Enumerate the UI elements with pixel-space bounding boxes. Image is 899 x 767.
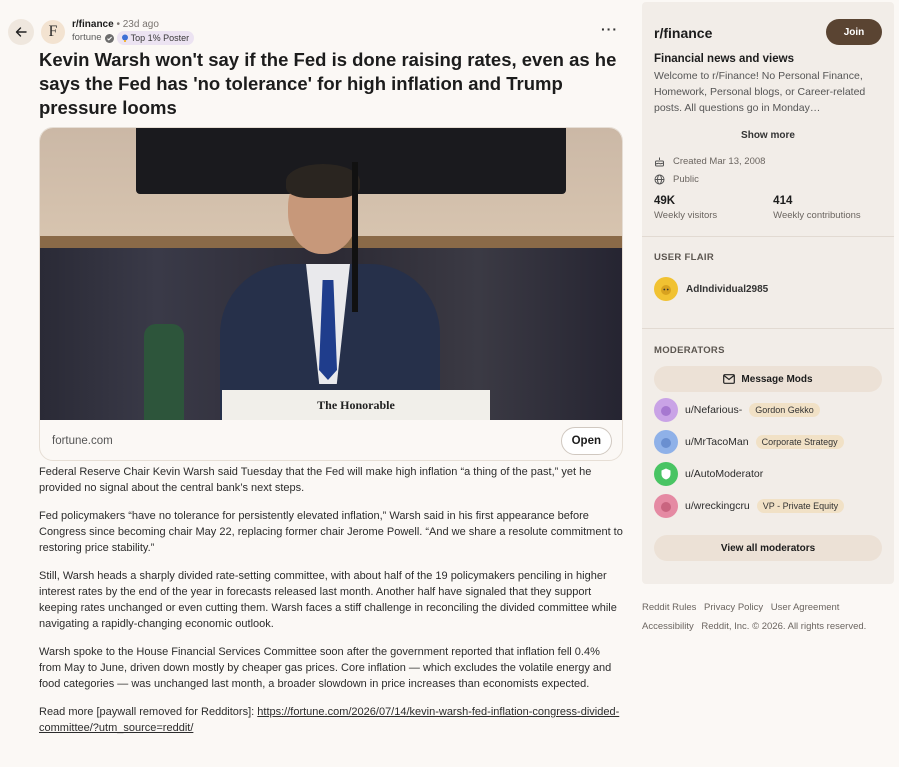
author-link[interactable]: fortune bbox=[72, 32, 102, 44]
post-title: Kevin Warsh won't say if the Fed is done… bbox=[39, 49, 617, 118]
speaker-figure bbox=[220, 164, 460, 420]
moderator-name: u/Nefarious- bbox=[685, 404, 743, 416]
subreddit-avatar-letter: F bbox=[48, 23, 58, 40]
community-stats: 49K Weekly visitors 414 Weekly contribut… bbox=[654, 195, 861, 221]
moderator-row[interactable]: u/AutoModerator bbox=[654, 462, 763, 486]
moderators-heading: MODERATORS bbox=[654, 345, 725, 356]
footer-link-accessibility[interactable]: Accessibility bbox=[642, 621, 694, 632]
created-row: Created Mar 13, 2008 bbox=[654, 156, 765, 167]
microphone bbox=[352, 162, 358, 312]
moderator-avatar bbox=[654, 494, 678, 518]
link-preview-card[interactable]: The Honorable fortune.com Open bbox=[39, 127, 623, 461]
flair-username: AdIndividual2985 bbox=[686, 283, 769, 295]
moderator-row[interactable]: u/MrTacoMan Corporate Strategy bbox=[654, 430, 844, 454]
body-paragraph: Federal Reserve Chair Kevin Warsh said T… bbox=[39, 466, 592, 494]
moderator-row[interactable]: u/Nefarious- Gordon Gekko bbox=[654, 398, 820, 422]
visibility-label: Public bbox=[673, 174, 699, 185]
message-mods-label: Message Mods bbox=[741, 373, 813, 385]
mail-icon bbox=[723, 374, 736, 384]
moderator-avatar bbox=[654, 398, 678, 422]
post-time: 23d ago bbox=[122, 19, 159, 30]
cake-icon bbox=[655, 157, 664, 167]
snoo-icon bbox=[661, 438, 671, 448]
stat-value: 49K bbox=[654, 195, 676, 207]
snoo-icon bbox=[661, 406, 671, 416]
footer-link-rules[interactable]: Reddit Rules bbox=[642, 602, 696, 613]
more-options-button[interactable]: ··· bbox=[601, 21, 618, 37]
read-more-paragraph: Read more [paywall removed for Redditors… bbox=[39, 704, 623, 736]
stat-value: 414 bbox=[773, 195, 793, 207]
subreddit-avatar[interactable]: F bbox=[41, 20, 65, 44]
stat-label: Weekly contributions bbox=[773, 210, 861, 221]
footer-link-agreement[interactable]: User Agreement bbox=[771, 602, 840, 613]
body-paragraph: Warsh spoke to the House Financial Servi… bbox=[39, 646, 612, 690]
body-paragraph: Still, Warsh heads a sharply divided rat… bbox=[39, 570, 617, 630]
post-body: Federal Reserve Chair Kevin Warsh said T… bbox=[39, 464, 623, 748]
author-flair-label: Top 1% Poster bbox=[130, 33, 190, 43]
footer-copyright: Reddit, Inc. © 2026. All rights reserved… bbox=[701, 621, 867, 632]
back-button[interactable] bbox=[8, 19, 34, 45]
moderator-avatar bbox=[654, 462, 678, 486]
user-flair[interactable]: AdIndividual2985 bbox=[654, 277, 768, 301]
article-image: The Honorable bbox=[40, 128, 622, 420]
post-meta: r/finance • 23d ago fortune Top 1% Poste… bbox=[72, 19, 195, 45]
water-bottle bbox=[144, 324, 184, 420]
globe-icon bbox=[654, 174, 665, 185]
nameplate-text: The Honorable bbox=[317, 398, 395, 412]
snoo-icon bbox=[661, 502, 671, 512]
user-flair-heading: USER FLAIR bbox=[654, 252, 714, 263]
community-sidebar: r/finance Join Financial news and views … bbox=[642, 2, 894, 584]
shield-icon bbox=[661, 468, 671, 480]
community-description: Welcome to r/Finance! No Personal Financ… bbox=[654, 70, 866, 114]
view-all-moderators-button[interactable]: View all moderators bbox=[654, 535, 882, 561]
divider bbox=[642, 328, 894, 329]
moderator-flair: Corporate Strategy bbox=[755, 435, 844, 449]
message-mods-button[interactable]: Message Mods bbox=[654, 366, 882, 392]
body-paragraph: Fed policymakers “have no tolerance for … bbox=[39, 510, 623, 554]
moderator-row[interactable]: u/wreckingcru VP - Private Equity bbox=[654, 494, 845, 518]
divider bbox=[642, 236, 894, 237]
nameplate: The Honorable bbox=[222, 390, 490, 420]
read-more-label: Read more [paywall removed for Redditors… bbox=[39, 706, 258, 718]
open-link-button[interactable]: Open bbox=[560, 427, 612, 455]
show-more-button[interactable]: Show more bbox=[642, 130, 894, 141]
verified-icon bbox=[104, 33, 114, 43]
community-title: Financial news and views bbox=[654, 53, 794, 65]
stat-label: Weekly visitors bbox=[654, 210, 718, 221]
moderator-name: u/AutoModerator bbox=[685, 468, 764, 480]
visibility-row: Public bbox=[654, 174, 699, 185]
sidebar-subreddit-name: r/finance bbox=[654, 25, 713, 41]
trophy-icon bbox=[121, 34, 128, 42]
author-flair-badge: Top 1% Poster bbox=[116, 31, 195, 45]
arrow-left-icon bbox=[15, 27, 27, 37]
post-header: F r/finance • 23d ago fortune Top 1% Pos… bbox=[8, 18, 622, 46]
join-button[interactable]: Join bbox=[826, 19, 882, 45]
moderator-avatar bbox=[654, 430, 678, 454]
stat-contributions: 414 Weekly contributions bbox=[773, 195, 860, 221]
link-card-footer: fortune.com Open bbox=[40, 420, 622, 460]
created-date: Created Mar 13, 2008 bbox=[673, 156, 766, 167]
link-domain: fortune.com bbox=[52, 435, 113, 447]
footer-link-privacy[interactable]: Privacy Policy bbox=[704, 602, 763, 613]
user-avatar bbox=[654, 277, 678, 301]
moderator-name: u/MrTacoMan bbox=[685, 436, 749, 448]
footer-links: Reddit Rules Privacy Policy User Agreeme… bbox=[642, 598, 894, 636]
moderator-name: u/wreckingcru bbox=[685, 500, 750, 512]
snoo-icon bbox=[661, 285, 671, 295]
hair bbox=[286, 164, 360, 198]
moderator-flair: VP - Private Equity bbox=[756, 499, 845, 513]
stat-visitors: 49K Weekly visitors bbox=[654, 195, 717, 221]
moderator-flair: Gordon Gekko bbox=[749, 403, 820, 417]
subreddit-link[interactable]: r/finance bbox=[72, 19, 114, 30]
